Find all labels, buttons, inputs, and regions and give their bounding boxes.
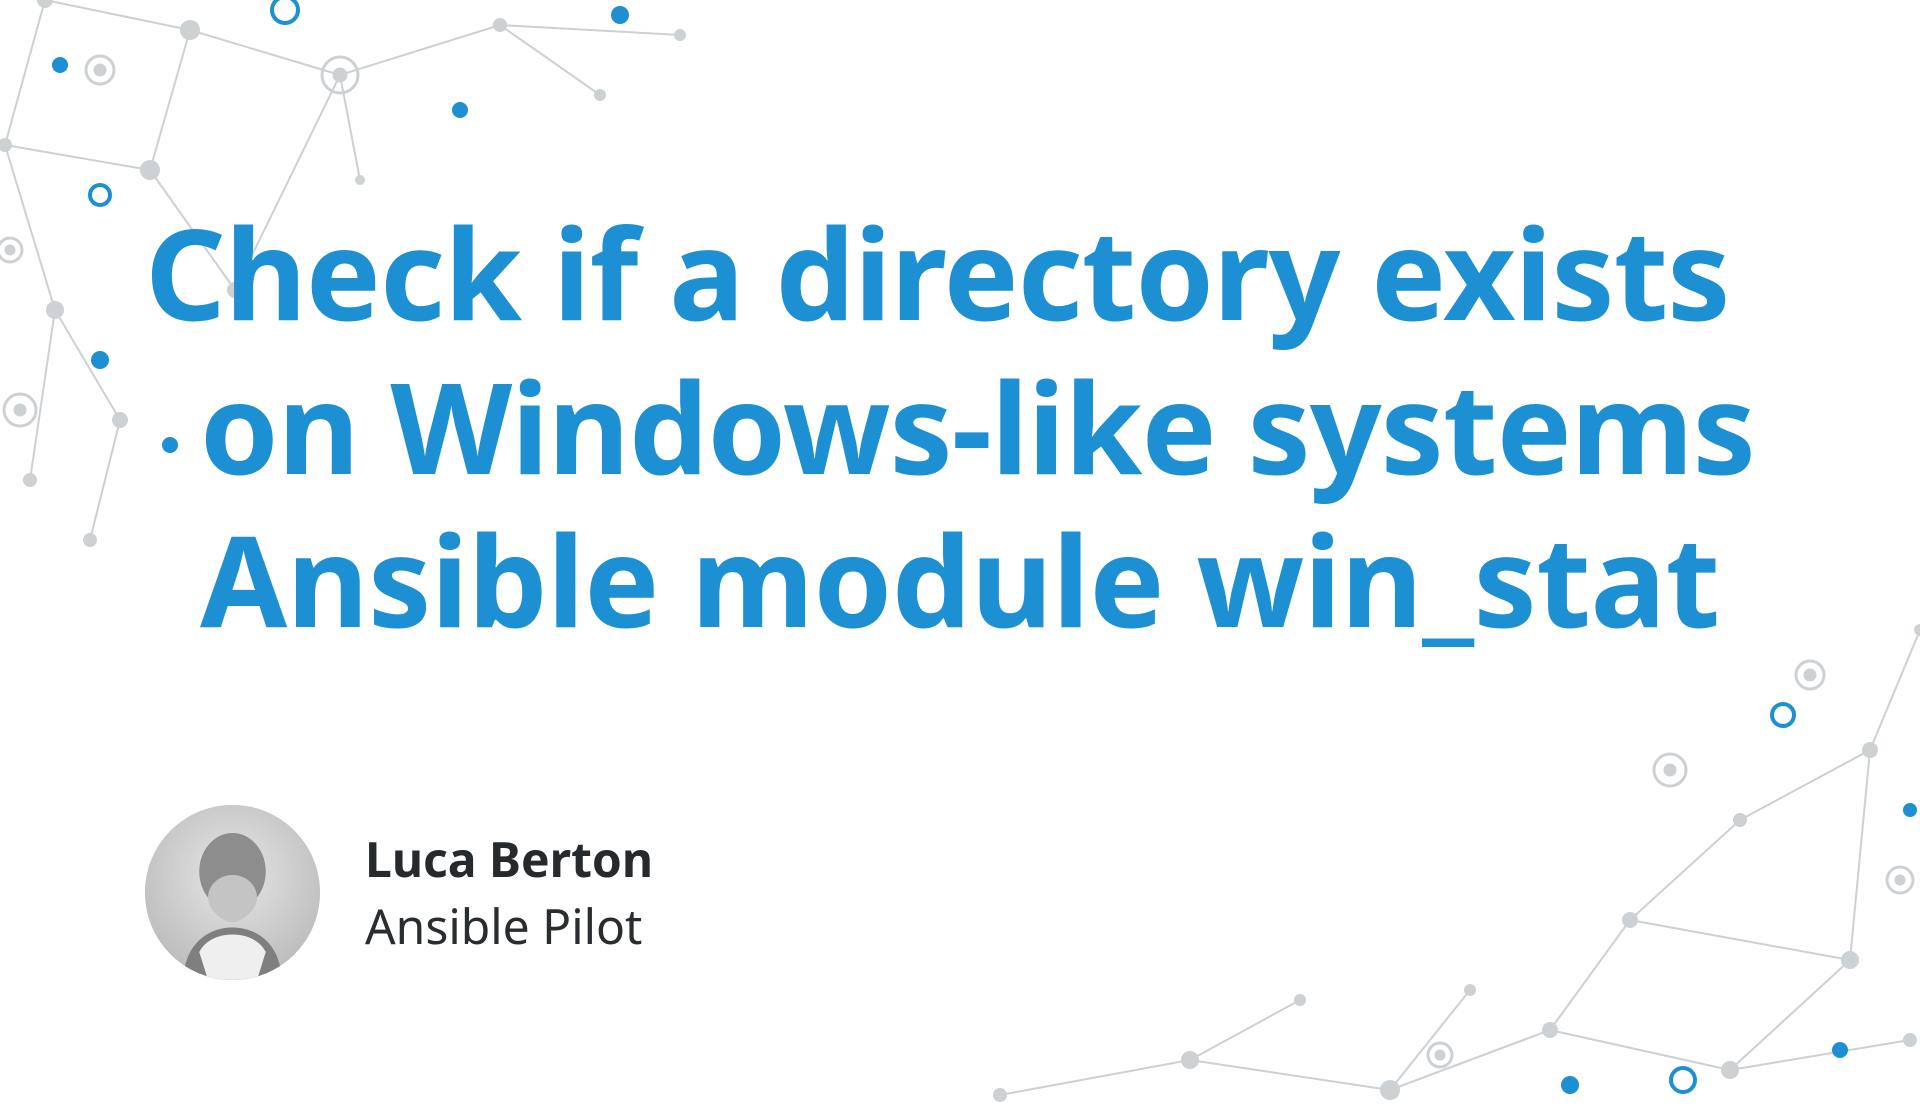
- slide-heading: Check if a directory exists on Windows-l…: [145, 195, 1840, 656]
- author-title: Ansible Pilot: [365, 894, 653, 959]
- heading-line1: Check if a directory exists: [145, 195, 1840, 349]
- background-graph-bottom-right: [970, 590, 1920, 1110]
- avatar: [145, 805, 320, 980]
- heading-line3: Ansible module win_stat: [200, 502, 1840, 656]
- heading-line2: on Windows-like systems: [200, 349, 1840, 503]
- author-block: Luca Berton Ansible Pilot: [145, 805, 653, 980]
- author-name: Luca Berton: [365, 827, 653, 892]
